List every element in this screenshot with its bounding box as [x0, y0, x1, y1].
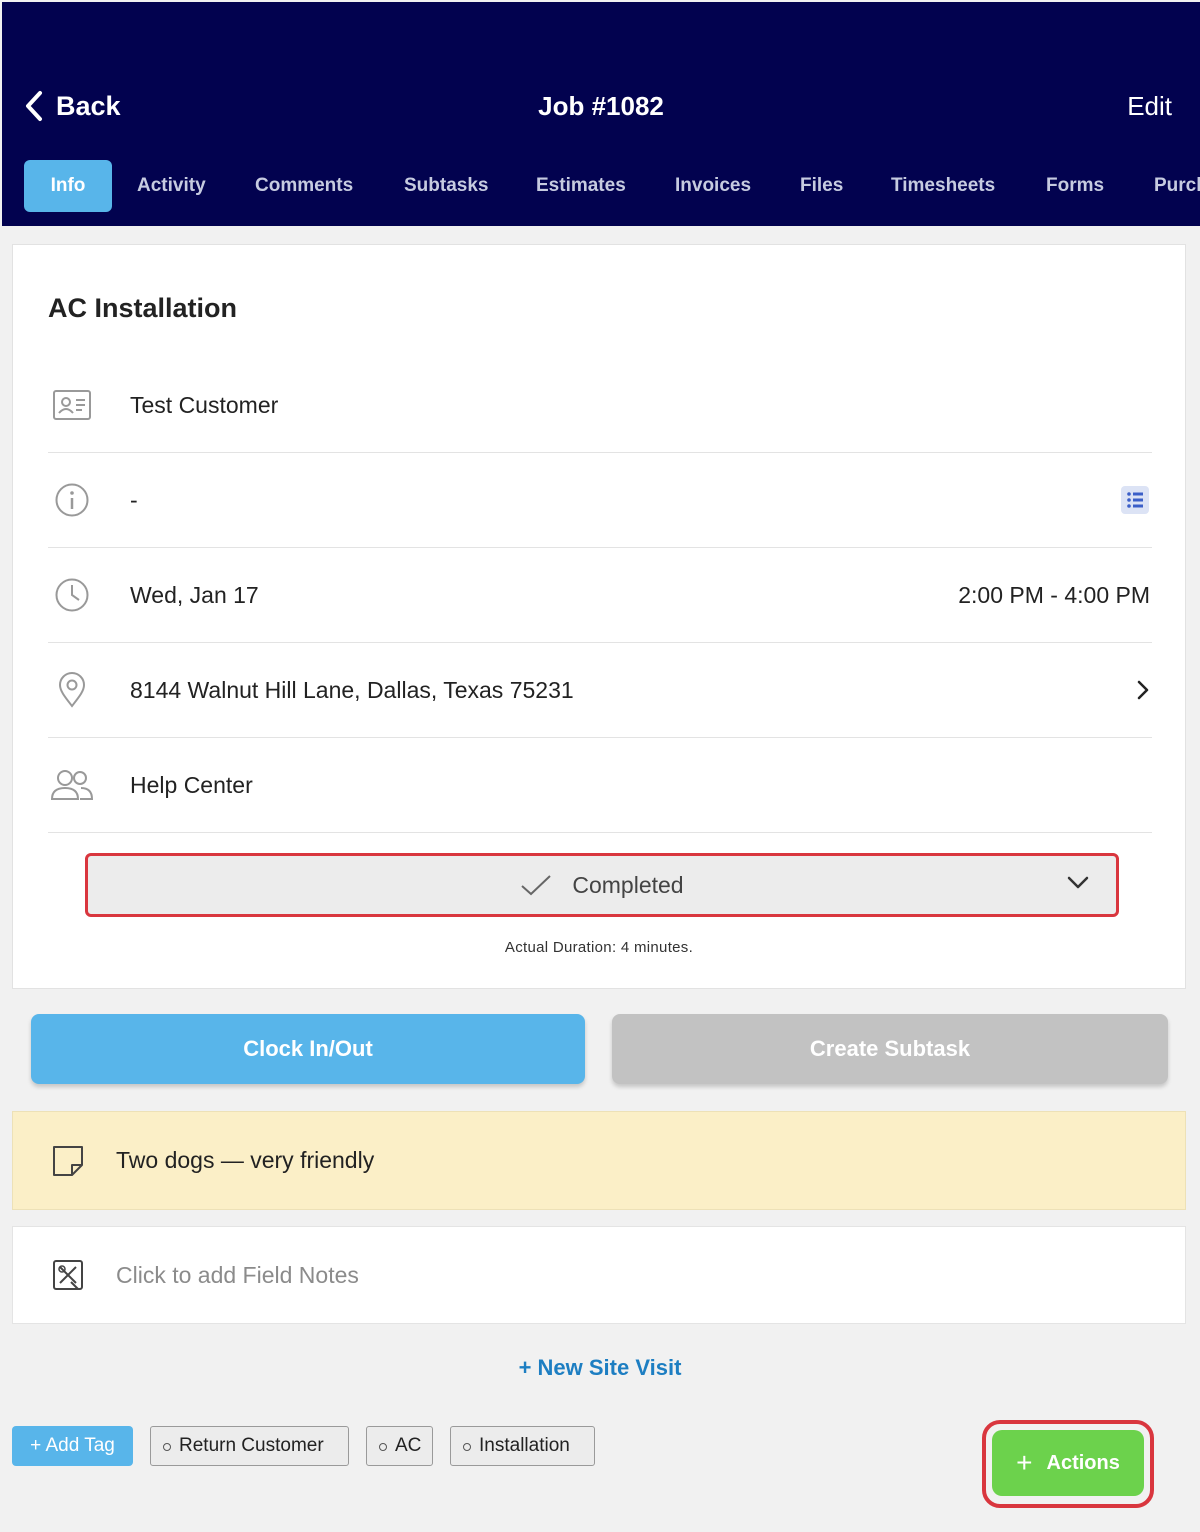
- page-title: Job #1082: [538, 91, 664, 121]
- job-address: 8144 Walnut Hill Lane, Dallas, Texas 752…: [130, 676, 574, 703]
- info-row: -: [48, 453, 1152, 548]
- edit-button[interactable]: Edit: [1127, 86, 1172, 126]
- field-notes-placeholder: Click to add Field Notes: [116, 1261, 359, 1288]
- job-time-range: 2:00 PM - 4:00 PM: [958, 581, 1150, 608]
- tab-files[interactable]: Files: [800, 160, 843, 212]
- tab-subtasks[interactable]: Subtasks: [404, 160, 488, 212]
- status-dropdown[interactable]: Completed: [85, 853, 1119, 917]
- info-value: -: [130, 486, 138, 513]
- back-label: Back: [56, 90, 121, 121]
- customer-name: Test Customer: [130, 391, 279, 418]
- add-tag-button[interactable]: + Add Tag: [12, 1426, 133, 1466]
- address-row[interactable]: 8144 Walnut Hill Lane, Dallas, Texas 752…: [48, 643, 1152, 738]
- clock-icon: [55, 578, 89, 612]
- tag-hole-icon: [379, 1443, 387, 1451]
- users-icon: [50, 770, 94, 800]
- new-site-visit-link[interactable]: + New Site Visit: [519, 1355, 682, 1380]
- field-notes[interactable]: Click to add Field Notes: [12, 1226, 1186, 1324]
- chevron-right-icon: [1137, 680, 1149, 700]
- actions-label: Actions: [1046, 1451, 1120, 1474]
- team-row[interactable]: Help Center: [48, 738, 1152, 833]
- job-title: AC Installation: [48, 293, 238, 323]
- tag-installation[interactable]: Installation: [450, 1426, 595, 1466]
- tab-purchases[interactable]: Purch: [1154, 160, 1200, 212]
- chevron-left-icon: [26, 91, 42, 121]
- actual-duration: Actual Duration: 4 minutes.: [504, 939, 694, 956]
- tag-ac[interactable]: AC: [366, 1426, 433, 1466]
- create-subtask-button[interactable]: Create Subtask: [612, 1014, 1168, 1084]
- field-notes-icon: [53, 1260, 83, 1290]
- list-icon[interactable]: [1120, 485, 1150, 515]
- tab-bar: Info Activity Comments Subtasks Estimate…: [24, 160, 1200, 212]
- status-value: Completed: [572, 871, 684, 898]
- back-button[interactable]: Back: [24, 86, 121, 126]
- customer-row[interactable]: Test Customer: [48, 358, 1152, 453]
- note-text: Two dogs — very friendly: [116, 1147, 375, 1173]
- tag-hole-icon: [163, 1443, 171, 1451]
- tag-label: Return Customer: [179, 1435, 324, 1456]
- tab-forms[interactable]: Forms: [1046, 160, 1104, 212]
- tab-invoices[interactable]: Invoices: [675, 160, 751, 212]
- job-details-card: AC Installation Test Customer - Wed, Jan…: [12, 244, 1186, 989]
- actions-button[interactable]: + Actions: [992, 1430, 1144, 1496]
- tag-label: AC: [395, 1435, 422, 1456]
- tab-comments[interactable]: Comments: [255, 160, 353, 212]
- schedule-row[interactable]: Wed, Jan 17 2:00 PM - 4:00 PM: [48, 548, 1152, 643]
- contact-card-icon: [53, 390, 91, 420]
- map-pin-icon: [58, 672, 86, 708]
- clock-in-out-button[interactable]: Clock In/Out: [31, 1014, 585, 1084]
- job-note[interactable]: Two dogs — very friendly: [12, 1111, 1186, 1210]
- new-site-visit-wrapper: + New Site Visit: [0, 1355, 1200, 1381]
- tag-return-customer[interactable]: Return Customer: [150, 1426, 349, 1466]
- tab-activity[interactable]: Activity: [137, 160, 206, 212]
- team-name: Help Center: [130, 771, 253, 798]
- job-date: Wed, Jan 17: [130, 581, 259, 608]
- tab-timesheets[interactable]: Timesheets: [891, 160, 995, 212]
- tab-estimates[interactable]: Estimates: [536, 160, 626, 212]
- tab-info[interactable]: Info: [24, 160, 112, 212]
- tag-hole-icon: [463, 1443, 471, 1451]
- top-header: Back Job #1082 Edit Info Activity Commen…: [2, 2, 1200, 226]
- sticky-note-icon: [53, 1145, 83, 1176]
- tag-label: Installation: [479, 1435, 570, 1456]
- chevron-down-icon: [1067, 876, 1089, 889]
- plus-icon: +: [1016, 1447, 1033, 1478]
- info-icon: [55, 483, 89, 517]
- checkmark-icon: [521, 875, 552, 896]
